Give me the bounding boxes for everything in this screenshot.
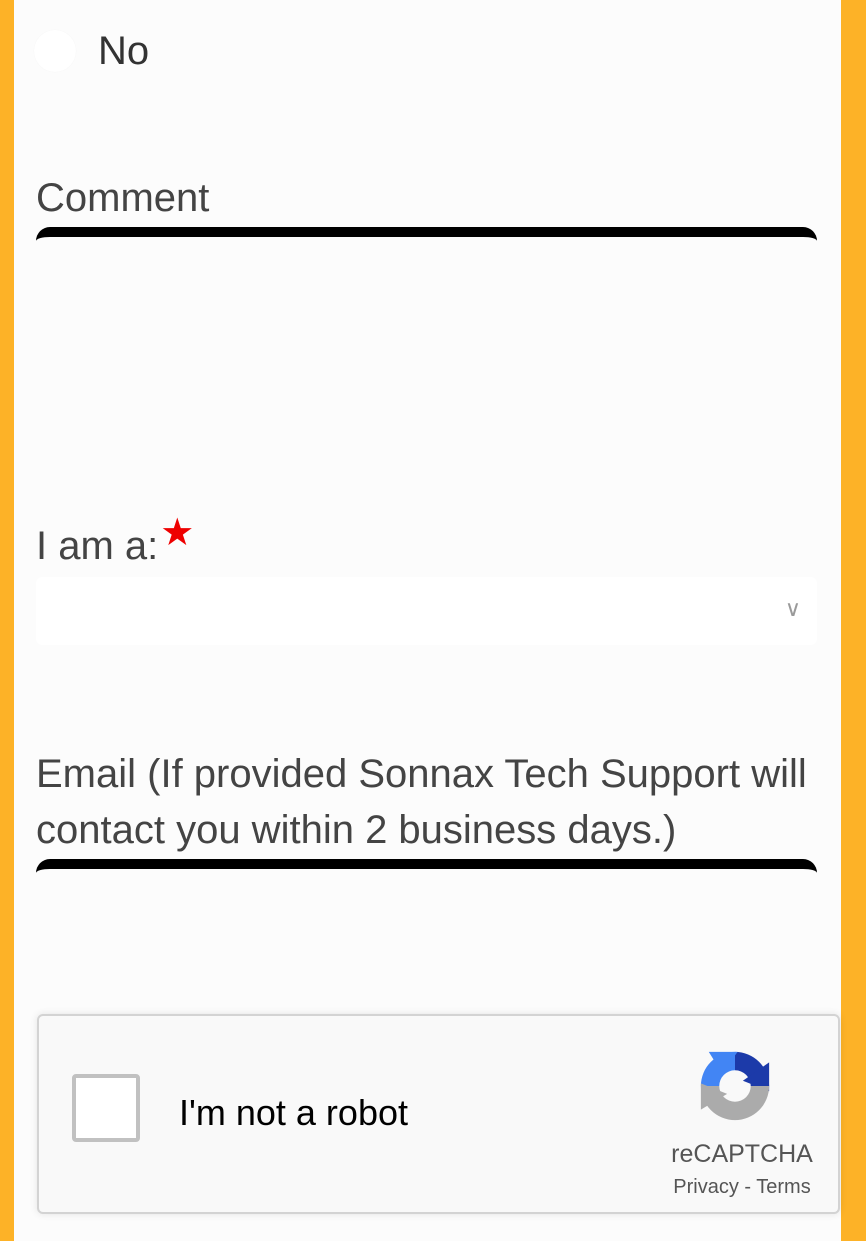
recaptcha-widget: I'm not a robot reCAPTCHA Privacy - Term…: [37, 1014, 840, 1214]
terms-link[interactable]: Terms: [756, 1176, 810, 1198]
email-input[interactable]: [36, 859, 817, 969]
links-separator: -: [738, 1176, 757, 1198]
required-star-icon: ★: [160, 512, 195, 554]
role-select[interactable]: ∨: [36, 577, 817, 645]
chevron-down-icon: ∨: [784, 597, 801, 622]
recaptcha-label: I'm not a robot: [179, 1092, 408, 1133]
role-label: I am a:★: [36, 512, 194, 575]
comment-textarea[interactable]: [36, 227, 817, 457]
radio-option-no[interactable]: No: [34, 28, 149, 74]
comment-label: Comment: [36, 176, 210, 220]
recaptcha-checkbox[interactable]: [72, 1074, 140, 1142]
email-label: Email (If provided Sonnax Tech Support w…: [36, 752, 807, 852]
privacy-link[interactable]: Privacy: [673, 1176, 739, 1198]
recaptcha-logo-icon: [700, 1051, 770, 1121]
radio-label: No: [98, 28, 150, 73]
recaptcha-links: Privacy - Terms: [647, 1176, 837, 1199]
recaptcha-brand: reCAPTCHA: [671, 1140, 813, 1168]
radio-button[interactable]: [34, 30, 76, 72]
role-label-text: I am a:: [36, 524, 159, 568]
